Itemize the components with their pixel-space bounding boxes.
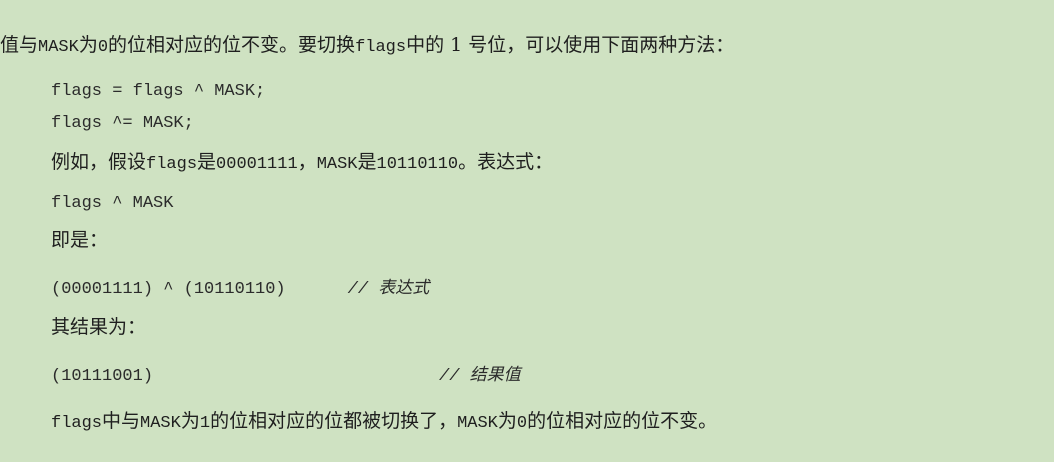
code-line-1: flags = flags ^ MASK; [51, 82, 266, 101]
text-segment: 为 [497, 410, 517, 432]
text-segment: 为 [180, 410, 200, 432]
code-expression: (00001111) ^ (10110110) [51, 280, 286, 299]
inline-code: 1 [199, 414, 211, 433]
text-segment: 的位相对应的位都被切换了， [210, 410, 458, 432]
text-segment: 中的 1 号位，可以使用下面两种方法： [406, 34, 735, 56]
example-line: 例如，假设flags是00001111，MASK是10110110。表达式： [51, 151, 554, 174]
result-label: 其结果为： [51, 316, 147, 338]
inline-code: 0 [97, 38, 109, 57]
inline-code: 00001111 [216, 155, 298, 174]
inline-code: MASK [38, 38, 79, 57]
inline-code: 0 [516, 414, 528, 433]
code-line-2: flags ^= MASK; [51, 114, 194, 133]
text-segment: 是 [197, 151, 217, 173]
document-page: 值与MASK为0的位相对应的位不变。要切换flags中的 1 号位，可以使用下面… [0, 0, 1054, 462]
code-comment: // 表达式 [347, 280, 430, 299]
text-segment: 的位相对应的位不变。 [527, 410, 718, 432]
text-segment: 。表达式： [458, 151, 554, 173]
text-segment: 例如，假设 [51, 151, 147, 173]
text-segment: 是 [357, 151, 377, 173]
inline-code: flags [146, 155, 198, 174]
paragraph-top: 值与MASK为0的位相对应的位不变。要切换flags中的 1 号位，可以使用下面… [0, 34, 735, 57]
inline-code: flags [51, 414, 103, 433]
inline-code: MASK [457, 414, 498, 433]
text-segment: 的位相对应的位不变。要切换 [108, 34, 356, 56]
text-segment: ， [297, 151, 317, 173]
code-comment: // 结果值 [439, 367, 521, 386]
that-is-label: 即是： [51, 229, 109, 251]
code-line-3: flags ^ MASK [51, 194, 174, 213]
text-segment: 值与 [0, 34, 39, 56]
text-segment: 中与 [102, 410, 141, 432]
inline-code: 10110110 [376, 155, 459, 174]
code-line-4: (00001111) ^ (10110110) // 表达式 [51, 281, 429, 298]
inline-code: flags [355, 38, 407, 57]
code-expression: (10111001) [51, 367, 154, 386]
inline-code: MASK [316, 155, 358, 174]
inline-code: MASK [140, 414, 181, 433]
code-line-5: (10111001) // 结果值 [51, 368, 521, 385]
conclusion-line: flags中与MASK为1的位相对应的位都被切换了，MASK为0的位相对应的位不… [51, 410, 718, 433]
text-segment: 为 [78, 34, 98, 56]
